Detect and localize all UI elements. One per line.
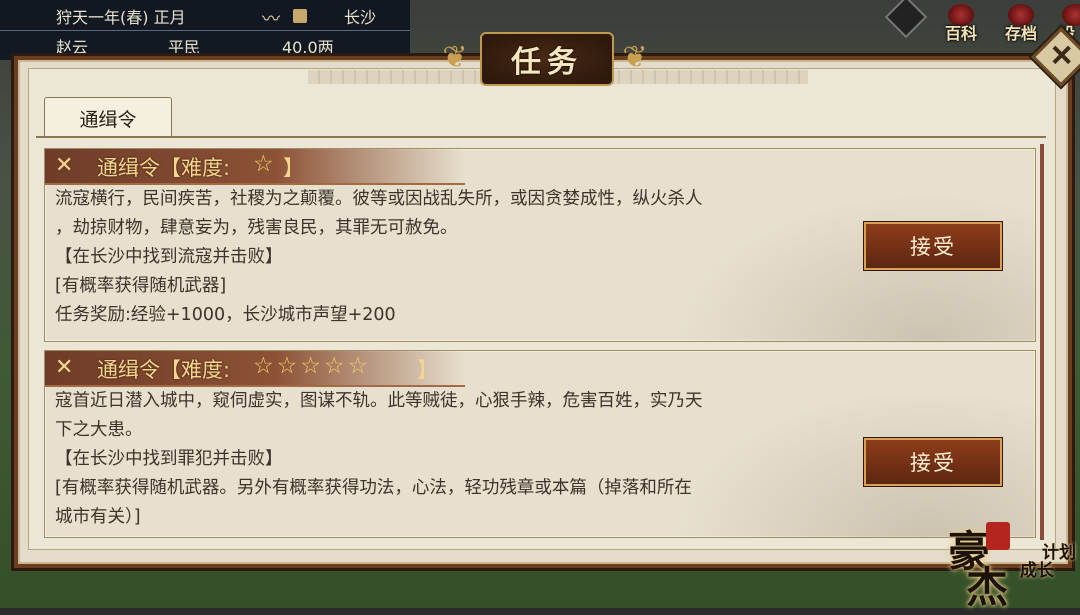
quest-drop-info: 城市有关）] [55, 507, 141, 527]
character-name: 赵云 [56, 38, 89, 57]
logo-seal-icon [986, 522, 1010, 550]
character-rank: 平民 [168, 38, 201, 57]
quest-text-line: 流寇横行，民间疾苦，社稷为之颠覆。彼等或因战乱失所，或因贪婪成性，纵火杀人 [55, 189, 703, 209]
date-label: 狩天一年(春) 正月 [56, 8, 186, 27]
dragon-ornament-icon: ❦ [622, 39, 648, 75]
quest-title-end: 】 [283, 156, 304, 180]
dialog-title-background: 任务 [480, 32, 614, 86]
money-value: 40.0两 [282, 38, 334, 57]
weather-icon: 〰 [262, 9, 280, 30]
crossed-swords-icon: ✕ [55, 355, 74, 380]
quest-title-end: 】 [417, 358, 438, 382]
dragon-ornament-icon: ❦ [442, 39, 468, 75]
save-button[interactable]: 存档 [1000, 4, 1042, 44]
quest-text-line: 寇首近日潜入城中，窥伺虚实，图谋不轨。此等贼徒，心狠手辣，危害百姓，实乃天 [55, 391, 703, 411]
save-label: 存档 [1004, 24, 1037, 43]
quest-header: ✕ 通缉令【难度: ☆ 】 [45, 149, 465, 185]
quest-title: 通缉令【难度: [97, 156, 231, 180]
logo-sub: 计划 [1042, 543, 1076, 563]
status-divider [0, 30, 410, 31]
difficulty-stars: ☆☆☆☆☆ [253, 353, 372, 379]
encyclopedia-button[interactable]: 百科 [940, 4, 982, 44]
status-bar: 狩天一年(春) 正月 〰 长沙 赵云 平民 40.0两 [0, 0, 410, 60]
difficulty-stars: ☆ [253, 151, 277, 177]
quest-header: ✕ 通缉令【难度: ☆☆☆☆☆ 】 [45, 351, 465, 387]
logo-char: 杰 [966, 563, 1009, 612]
dialog-title: 任务 [511, 45, 583, 80]
quest-drop-info: [有概率获得随机武器] [55, 276, 227, 296]
status-row-date: 狩天一年(春) 正月 〰 长沙 [0, 2, 410, 30]
encyclopedia-label: 百科 [944, 24, 977, 43]
dialog-title-plate: ❦ 任务 ❦ [430, 28, 660, 92]
tab-wanted[interactable]: 通缉令 [44, 97, 172, 138]
quest-title: 通缉令【难度: [97, 358, 231, 382]
game-logo: 豪 杰 成长 计划 [944, 518, 1080, 612]
scrollbar[interactable] [1040, 144, 1044, 540]
quest-text-line: ，劫掠财物，肆意妄为，残害良民，其罪无可赦免。 [55, 218, 458, 238]
quest-description: 寇首近日潜入城中，窥伺虚实，图谋不轨。此等贼徒，心狠手辣，危害百姓，实乃天 下之… [55, 387, 855, 532]
quest-drop-info: [有概率获得随机武器。另外有概率获得功法，心法，轻功残章或本篇（掉落和所在 [55, 478, 692, 498]
city-label: 长沙 [344, 8, 377, 27]
quest-reward: 任务奖励:经验+1000，长沙城市声望+200 [55, 305, 396, 325]
quest-objective: 【在长沙中找到流寇并击败】 [55, 247, 283, 267]
crossed-swords-icon: ✕ [55, 153, 74, 178]
quest-text-line: 下之大患。 [55, 420, 143, 440]
accept-button[interactable]: 接受 [864, 222, 1002, 270]
quest-objective: 【在长沙中找到罪犯并击败】 [55, 449, 283, 469]
city-seal-icon [293, 9, 307, 23]
accept-button[interactable]: 接受 [864, 438, 1002, 486]
quest-description: 流寇横行，民间疾苦，社稷为之颠覆。彼等或因战乱失所，或因贪婪成性，纵火杀人 ，劫… [55, 185, 855, 330]
